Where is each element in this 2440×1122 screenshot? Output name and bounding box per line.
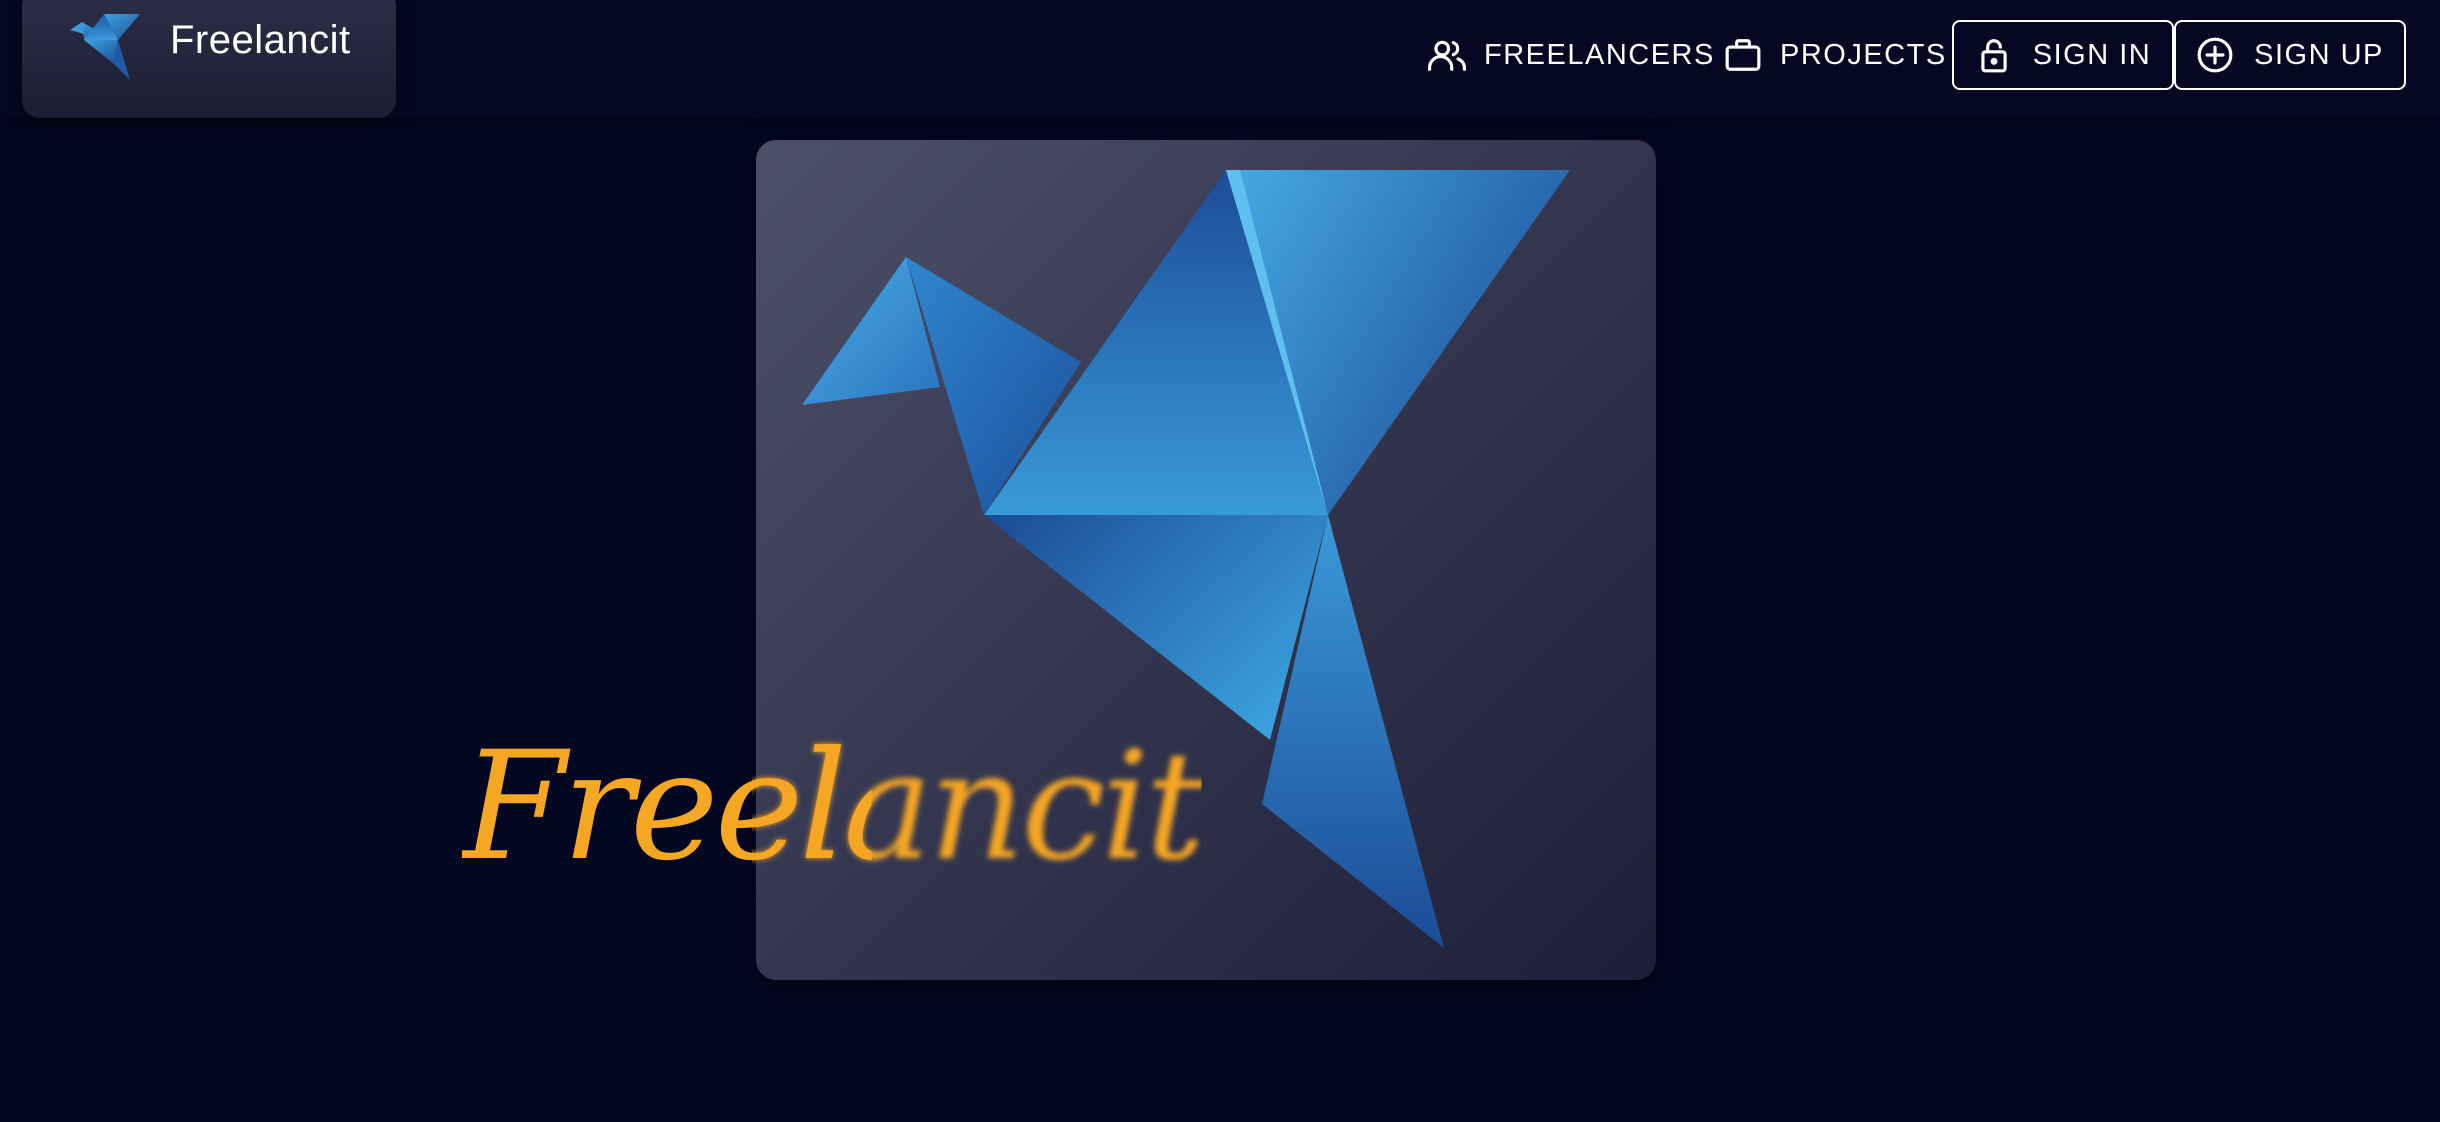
brand-home-link[interactable]: Freelancit [22, 0, 396, 118]
brand-name: Freelancit [170, 18, 351, 62]
lock-icon [1981, 39, 2007, 73]
sign-up-label: SIGN UP [2254, 38, 2384, 71]
top-navbar: Freelancit FREELANCERS PROJECTS SIGN IN [0, 0, 2440, 118]
nav-freelancers-label: FREELANCERS [1484, 38, 1715, 71]
users-icon [1428, 40, 1466, 71]
nav-projects-label: PROJECTS [1780, 38, 1947, 71]
briefcase-icon [1725, 39, 1761, 71]
sign-up-button[interactable]: SIGN UP [2174, 20, 2406, 90]
nav-projects-link[interactable]: PROJECTS [1724, 30, 1947, 80]
hero-wordmark: Freelancit Freelancit [462, 720, 1202, 940]
nav-freelancers-link[interactable]: FREELANCERS [1428, 30, 1715, 80]
plus-circle-icon [2197, 37, 2233, 73]
sign-in-label: SIGN IN [2032, 38, 2152, 71]
sign-in-button[interactable]: SIGN IN [1952, 20, 2174, 90]
